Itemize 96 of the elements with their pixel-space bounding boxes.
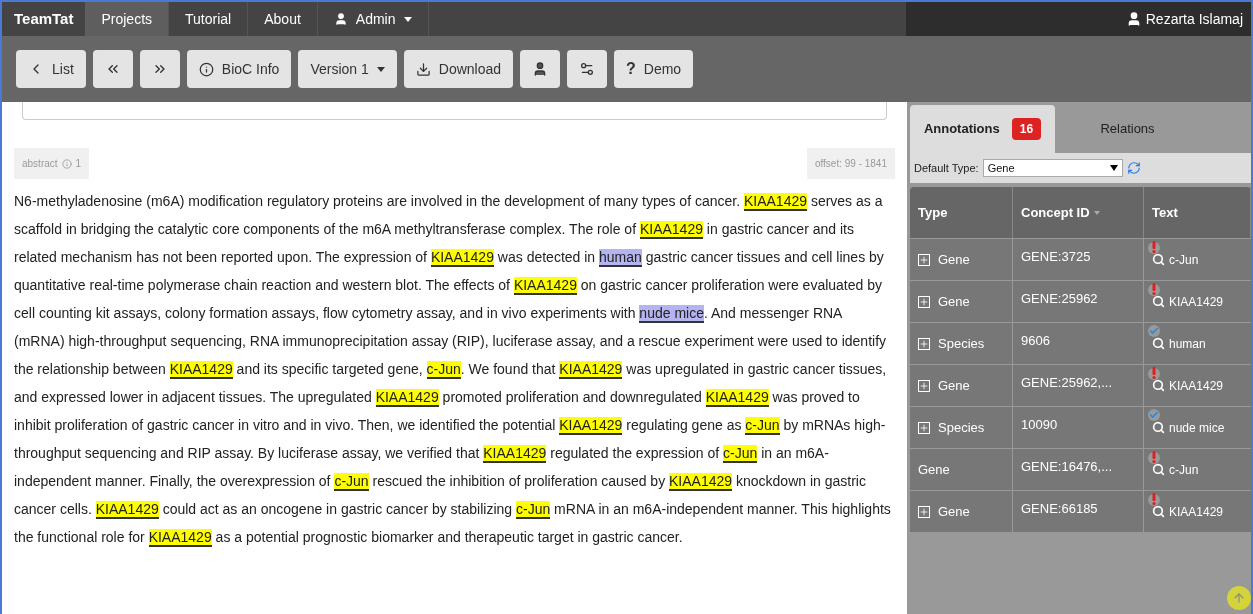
toolbar-button[interactable]: [567, 50, 608, 88]
table-cell-text: Gene: [938, 250, 970, 269]
gene-mention[interactable]: KIAA1429: [743, 193, 807, 211]
question-icon: ?: [626, 61, 636, 77]
gene-mention[interactable]: KIAA1429: [639, 221, 703, 239]
table-cell-text: GENE:66185: [1021, 500, 1098, 518]
default-type-label: Default Type:: [914, 160, 979, 176]
column-header[interactable]: Concept ID: [1021, 202, 1090, 223]
gene-mention[interactable]: KIAA1429: [559, 417, 623, 435]
search-icon[interactable]: [1152, 379, 1165, 392]
note-count: 1: [75, 157, 82, 171]
table-cell-text: 9606: [1021, 332, 1050, 350]
table-cell-text: Species: [938, 334, 985, 353]
table-cell-text: KIAA1429: [1169, 503, 1224, 521]
caret-icon: [376, 66, 385, 72]
annotation-row[interactable]: Gene GENE:25962,... KIAA1429: [910, 365, 1251, 407]
annotation-row[interactable]: Gene GENE:25962 KIAA1429: [910, 281, 1251, 323]
table-cell-text: c-Jun: [1169, 251, 1199, 269]
info-icon: [198, 61, 214, 77]
info-icon: [61, 158, 72, 169]
gene-mention[interactable]: KIAA1429: [148, 529, 212, 547]
table-cell-text: KIAA1429: [1169, 293, 1224, 311]
search-icon[interactable]: [1152, 253, 1165, 266]
toolbar-button[interactable]: [92, 50, 133, 88]
table-cell-text: Gene: [938, 292, 970, 311]
caret-icon: [403, 16, 412, 22]
gene-mention[interactable]: KIAA1429: [169, 361, 233, 379]
search-icon[interactable]: [1152, 295, 1165, 308]
sort-icon[interactable]: [1093, 210, 1100, 215]
version-dropdown[interactable]: Version 1: [298, 50, 397, 88]
toolbar-button[interactable]: Download: [403, 50, 514, 88]
table-cell-text: 10090: [1021, 416, 1058, 434]
panel-tab[interactable]: Annotations 16: [910, 105, 1055, 153]
default-type-select[interactable]: Gene: [982, 159, 1123, 177]
search-icon[interactable]: [1152, 337, 1165, 350]
abstract-text: N6-methyladenosine (m6A) modification regulatory proteins are involved in the development of many types of cancer. KIAA1429 serves as a scaffold in bridging the catalytic core components of the m6A methyltransferase complex. The role of KIAA1429 in gastric cancer and its related mechanism has not been reported upon. The expression of KIAA1429 was detected in human gastric cancer tissues and cell lines by quantitative real-time polymerase chain reaction and western blot. The effects of KIAA1429 on gastric cancer proliferation were evaluated by cell counting kit assays, colony formation assays, flow cytometry assay, and in vivo experiments with nude mice. And messenger RNA (mRNA) high-throughput sequencing, RNA immunoprecipitation assay (RIP), luciferase assay, and a rescue experiment were used to identify the relationship between KIAA1429 and its specific targeted gene, c-Jun. We found that KIAA1429 was upregulated in gastric cancer tissues, and expressed lower in adjacent tissues. The upregulated KIAA1429 promoted proliferation and downregulated KIAA1429 was proved to inhibit proliferation of gastric cancer in vitro and in vivo. Then, we identified the potential KIAA1429 regulating gene as c-Jun by mRNAs high-throughput sequencing and RIP assay. By luciferase assay, we verified that KIAA1429 regulated the expression of c-Jun in an m6A-independent manner. Finally, the overexpression of c-Jun rescued the inhibition of proliferation caused by KIAA1429 knockdown in gastric cancer cells. KIAA1429 could act as an oncogene in gastric cancer by stabilizing c-Jun mRNA in an m6A-independent manner. This highlights the functional role for KIAA1429 as a potential prognostic biomarker and therapeutic target in gastric cancer.: [14, 192, 892, 549]
caret-icon: [1109, 165, 1118, 171]
gene-mention[interactable]: c-Jun: [516, 501, 551, 519]
gene-mention[interactable]: KIAA1429: [513, 277, 577, 295]
gene-mention[interactable]: KIAA1429: [430, 249, 494, 267]
annotation-row[interactable]: Gene GENE:66185 KIAA1429: [910, 491, 1251, 533]
count-badge: 16: [1011, 118, 1042, 140]
table-cell-text: GENE:25962: [1021, 290, 1098, 308]
offset-label: offset: 99 - 1841: [806, 148, 895, 179]
gene-mention[interactable]: KIAA1429: [95, 501, 159, 519]
column-header[interactable]: Text: [1152, 202, 1178, 223]
toolbar-button[interactable]: ? Demo: [614, 50, 694, 88]
arrow-up-icon: [1232, 591, 1246, 605]
download-icon: [415, 61, 431, 77]
annotation-row[interactable]: Species 9606 human: [910, 323, 1251, 365]
expand-icon[interactable]: [918, 337, 930, 350]
passage-type-label: abstract 1: [14, 148, 90, 179]
table-cell-text: GENE:3725: [1021, 248, 1091, 266]
table-cell-text: Gene: [938, 502, 970, 521]
table-cell-text: Gene: [918, 460, 950, 479]
table-cell-text: nude mice: [1169, 419, 1225, 437]
table-cell-text: human: [1169, 335, 1206, 353]
annotation-row[interactable]: Gene GENE:16476,... c-Jun: [910, 449, 1251, 491]
gene-mention[interactable]: c-Jun: [745, 417, 780, 435]
expand-icon[interactable]: [918, 505, 930, 518]
table-cell-text: GENE:25962,...: [1021, 374, 1113, 392]
gene-mention[interactable]: c-Jun: [426, 361, 461, 379]
expand-icon[interactable]: [918, 295, 930, 308]
table-cell-text: Gene: [938, 376, 970, 395]
table-cell-text: c-Jun: [1169, 461, 1199, 479]
toolbar-button[interactable]: BioC Info: [186, 50, 292, 88]
gene-mention[interactable]: KIAA1429: [559, 361, 623, 379]
brand[interactable]: TeamTat: [2, 7, 86, 31]
table-cell-text: GENE:16476,...: [1021, 458, 1113, 476]
column-header[interactable]: Type: [918, 202, 948, 223]
user-name[interactable]: Rezarta Islamaj: [1145, 8, 1243, 30]
settings-icon: [579, 61, 596, 77]
gene-mention[interactable]: KIAA1429: [669, 473, 733, 491]
gene-mention[interactable]: c-Jun: [723, 445, 758, 463]
user-icon: [333, 12, 348, 26]
annotation-row[interactable]: Gene GENE:3725 c-Jun: [910, 239, 1251, 281]
refresh-icon[interactable]: [1126, 161, 1141, 175]
annotation-row[interactable]: Species 10090 nude mice: [910, 407, 1251, 449]
species-mention[interactable]: human: [599, 249, 642, 267]
expand-icon[interactable]: [918, 379, 930, 392]
search-icon[interactable]: [1152, 463, 1165, 476]
gene-mention[interactable]: KIAA1429: [483, 445, 547, 463]
toolbar-button[interactable]: [520, 50, 561, 88]
search-icon[interactable]: [1152, 421, 1165, 434]
toolbar-button[interactable]: List: [16, 50, 86, 88]
gene-mention[interactable]: KIAA1429: [705, 389, 769, 407]
toolbar-button[interactable]: [139, 50, 180, 88]
expand-icon[interactable]: [918, 253, 930, 266]
search-icon[interactable]: [1152, 505, 1165, 518]
table-cell-text: KIAA1429: [1169, 377, 1224, 395]
table-cell-text: Species: [938, 418, 985, 437]
gene-mention[interactable]: c-Jun: [334, 473, 369, 491]
expand-icon[interactable]: [918, 421, 930, 434]
nav-link[interactable]: Projects: [85, 2, 170, 36]
species-mention[interactable]: nude mice: [639, 305, 704, 323]
gene-mention[interactable]: KIAA1429: [375, 389, 439, 407]
